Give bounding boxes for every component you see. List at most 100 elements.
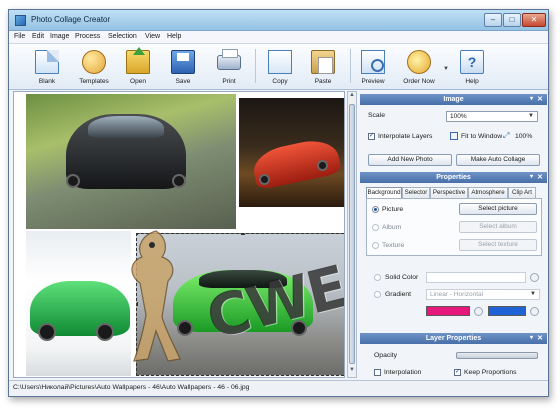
- pin-icon[interactable]: ▾: [530, 333, 533, 344]
- fit-to-window-icon[interactable]: [450, 132, 458, 140]
- menu-process[interactable]: Process: [75, 33, 100, 40]
- maximize-button[interactable]: □: [503, 13, 521, 27]
- tab-clip-art[interactable]: Clip Art: [508, 187, 536, 198]
- gradient-type-select[interactable]: Linear - Horizontal ▼: [426, 289, 540, 300]
- interpolation-checkbox[interactable]: [374, 369, 381, 376]
- picture-radio[interactable]: [372, 206, 379, 213]
- menu-help[interactable]: Help: [167, 33, 181, 40]
- gradient-color-2-swatch[interactable]: [488, 306, 526, 316]
- wheel-shape: [291, 320, 307, 336]
- copy-icon: [268, 50, 292, 74]
- interpolate-layers-label: Interpolate Layers: [378, 133, 433, 140]
- collage-photo-black-car[interactable]: [26, 94, 236, 229]
- wheel-shape: [96, 323, 114, 341]
- gradient-color-2-picker-icon[interactable]: [530, 307, 539, 316]
- image-panel-title: Image: [443, 96, 464, 103]
- opacity-label: Opacity: [374, 352, 398, 359]
- album-radio[interactable]: [372, 224, 379, 231]
- tab-selector[interactable]: Selector: [402, 187, 430, 198]
- pin-icon[interactable]: ▾: [530, 172, 533, 183]
- preview-button[interactable]: Preview: [351, 46, 395, 88]
- select-album-button[interactable]: Select album: [459, 221, 537, 233]
- make-auto-collage-button[interactable]: Make Auto Collage: [456, 154, 540, 166]
- wheel-shape: [317, 160, 328, 171]
- opacity-slider[interactable]: [456, 352, 538, 359]
- new-document-icon: [35, 50, 59, 74]
- toolbar-separator: [255, 49, 256, 83]
- interpolate-layers-checkbox[interactable]: ✓: [368, 133, 375, 140]
- close-button[interactable]: ✕: [522, 13, 546, 27]
- palette-icon: [82, 50, 106, 74]
- menu-edit[interactable]: Edit: [32, 33, 44, 40]
- help-icon: [460, 50, 484, 74]
- panel-close-icon[interactable]: ✕: [537, 172, 543, 183]
- gradient-color-1-picker-icon[interactable]: [474, 307, 483, 316]
- minimize-button[interactable]: –: [484, 13, 502, 27]
- save-button[interactable]: Save: [161, 46, 205, 88]
- copy-button[interactable]: Copy: [258, 46, 302, 88]
- window-title: Photo Collage Creator: [31, 15, 111, 24]
- zoom-label[interactable]: 100%: [515, 133, 532, 140]
- open-label: Open: [130, 78, 146, 85]
- status-file-path: C:\Users\Николай\Pictures\Auto Wallpaper…: [13, 384, 250, 391]
- menu-file[interactable]: File: [14, 33, 25, 40]
- title-bar[interactable]: Photo Collage Creator – □ ✕: [9, 10, 548, 31]
- zoom-actual-size-icon[interactable]: ⤢: [503, 131, 509, 141]
- solid-color-picker-icon[interactable]: [530, 273, 539, 282]
- resize-handle[interactable]: [241, 234, 245, 235]
- pin-icon[interactable]: ▾: [530, 94, 533, 105]
- solid-color-field[interactable]: [426, 272, 526, 283]
- select-texture-button[interactable]: Select texture: [459, 239, 537, 251]
- solid-color-radio[interactable]: [374, 274, 381, 281]
- app-window: Photo Collage Creator – □ ✕ File Edit Im…: [8, 9, 549, 397]
- help-button[interactable]: Help: [450, 46, 494, 88]
- properties-panel-header[interactable]: Properties ▾ ✕: [360, 172, 547, 183]
- gradient-color-1-swatch[interactable]: [426, 306, 470, 316]
- wheel-shape: [259, 174, 270, 185]
- paste-button[interactable]: Paste: [301, 46, 345, 88]
- copy-label: Copy: [272, 78, 288, 85]
- fit-to-window-label[interactable]: Fit to Window: [461, 133, 502, 140]
- wheel-shape: [66, 174, 80, 188]
- open-button[interactable]: Open: [116, 46, 160, 88]
- blank-button[interactable]: Blank: [25, 46, 69, 88]
- panel-close-icon[interactable]: ✕: [537, 333, 543, 344]
- scroll-up-arrow-icon[interactable]: ▲: [348, 92, 356, 102]
- order-star-icon: [407, 50, 431, 74]
- layer-panel-header[interactable]: Layer Properties ▾ ✕: [360, 333, 547, 344]
- keep-proportions-checkbox[interactable]: ✓: [454, 369, 461, 376]
- select-picture-button[interactable]: Select picture: [459, 203, 537, 215]
- collage-photo-green-audi[interactable]: [26, 231, 131, 376]
- tab-atmosphere[interactable]: Atmosphere: [468, 187, 508, 198]
- panel-close-icon[interactable]: ✕: [537, 94, 543, 105]
- image-panel-header[interactable]: Image ▾ ✕: [360, 94, 547, 105]
- collage-canvas[interactable]: CWER.RU: [13, 91, 345, 378]
- gradient-radio[interactable]: [374, 291, 381, 298]
- order-now-button[interactable]: Order Now: [397, 46, 441, 88]
- collage-photo-red-car[interactable]: [239, 98, 344, 207]
- templates-button[interactable]: Templates: [72, 46, 116, 88]
- chevron-down-icon: ▼: [530, 291, 536, 297]
- keep-proportions-label: Keep Proportions: [464, 369, 517, 376]
- menu-image[interactable]: Image: [50, 33, 69, 40]
- scale-label: Scale: [368, 112, 386, 119]
- scrollbar-thumb[interactable]: [349, 104, 355, 364]
- tab-perspective[interactable]: Perspective: [430, 187, 468, 198]
- menu-bar: File Edit Image Process Selection View H…: [9, 31, 548, 44]
- canvas-vertical-scrollbar[interactable]: ▲ ▼: [347, 91, 357, 378]
- status-bar: C:\Users\Николай\Pictures\Auto Wallpaper…: [9, 380, 548, 396]
- print-button[interactable]: Print: [207, 46, 251, 88]
- toolbar: Blank Templates Open Save Print Copy Pas…: [9, 44, 548, 90]
- scale-select[interactable]: 100% ▼: [446, 111, 538, 122]
- print-label: Print: [222, 78, 236, 85]
- blank-label: Blank: [38, 78, 56, 85]
- menu-selection[interactable]: Selection: [108, 33, 137, 40]
- texture-radio[interactable]: [372, 242, 379, 249]
- properties-tabs: Background Selector Perspective Atmosphe…: [366, 187, 542, 198]
- solid-color-label: Solid Color: [385, 274, 419, 281]
- add-new-photo-button[interactable]: Add New Photo: [368, 154, 452, 166]
- scroll-down-arrow-icon[interactable]: ▼: [348, 367, 356, 377]
- tab-background[interactable]: Background: [366, 187, 402, 198]
- order-dropdown-arrow-icon[interactable]: ▼: [443, 66, 449, 72]
- menu-view[interactable]: View: [145, 33, 160, 40]
